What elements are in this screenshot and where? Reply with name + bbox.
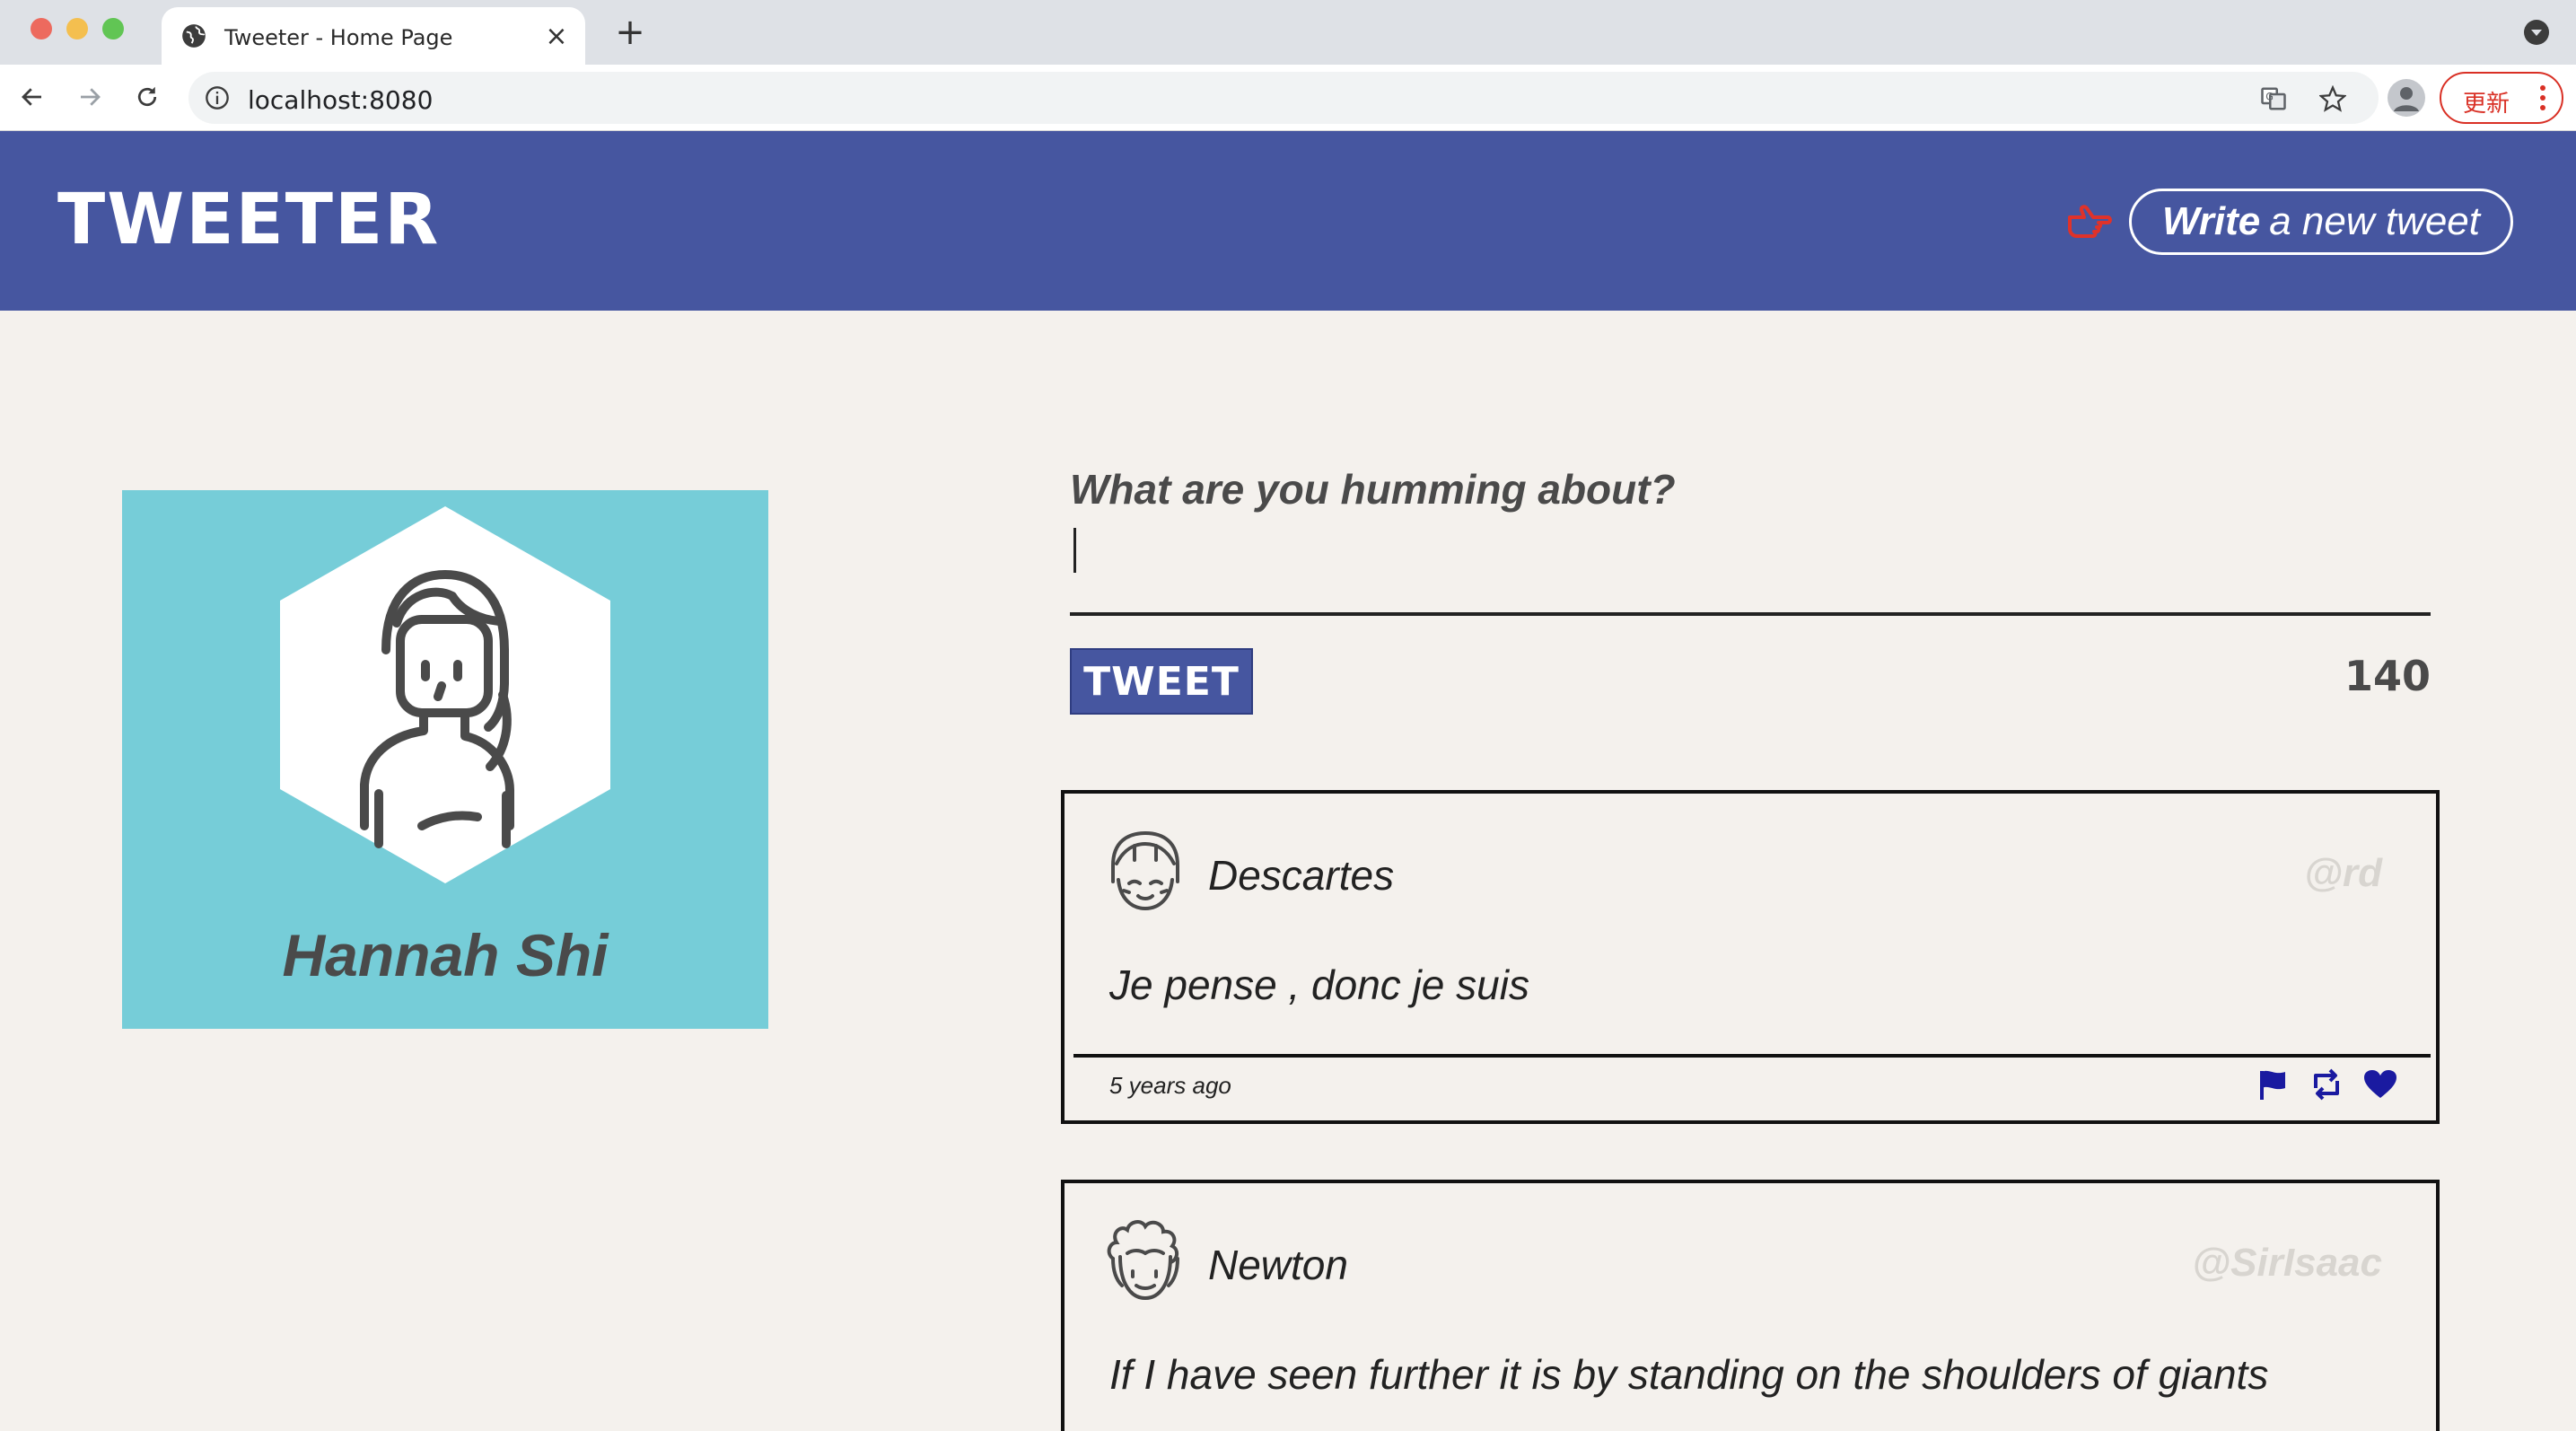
flag-icon[interactable] <box>2255 1068 2291 1101</box>
profile-card: Hannah Shi <box>122 490 768 1029</box>
browser-toolbar: localhost:8080 G 更新 <box>0 65 2576 131</box>
site-logo[interactable]: TWEETER <box>57 180 440 260</box>
profile-avatar <box>280 506 610 883</box>
person-icon <box>2394 87 2419 111</box>
tweet-author: Newton <box>1208 1242 1348 1288</box>
forward-button[interactable] <box>68 75 111 119</box>
tab-search-button[interactable] <box>2524 20 2549 45</box>
pointing-hand-icon <box>2068 205 2112 238</box>
update-button[interactable]: 更新 <box>2440 72 2563 124</box>
tweet-timestamp: 5 years ago <box>1109 1072 1231 1099</box>
tweet-card: Newton @SirIsaac If I have seen further … <box>1061 1180 2440 1431</box>
character-counter: 140 <box>2344 652 2431 700</box>
tweet-card: Descartes @rd Je pense , donc je suis 5 … <box>1061 790 2440 1124</box>
browser-tab[interactable]: Tweeter - Home Page × <box>162 7 585 65</box>
translate-icon: G <box>2261 87 2286 110</box>
reload-icon <box>137 86 157 107</box>
tweet-content: If I have seen further it is by standing… <box>1109 1351 2269 1398</box>
globe-icon <box>182 24 206 48</box>
reload-button[interactable] <box>126 75 169 119</box>
more-vert-icon <box>2540 85 2545 110</box>
address-bar[interactable]: localhost:8080 G <box>188 72 2379 124</box>
svg-text:G: G <box>2265 91 2274 102</box>
profile-button[interactable] <box>2388 79 2425 117</box>
tweet-input[interactable] <box>1070 519 2431 616</box>
update-label: 更新 <box>2463 91 2510 118</box>
minimize-window-button[interactable] <box>66 18 88 40</box>
compose-toggle-bold: Write <box>2161 199 2261 243</box>
compose-toggle-text: a new tweet <box>2269 199 2481 243</box>
page-content: TWEETER Write a new tweet Hannah Shi Wha… <box>0 131 2576 1431</box>
tab-title: Tweeter - Home Page <box>224 25 453 50</box>
forward-arrow-icon <box>81 88 101 106</box>
back-arrow-icon <box>22 88 41 106</box>
tweet-footer: 5 years ago <box>1073 1054 2431 1119</box>
maximize-window-button[interactable] <box>102 18 124 40</box>
retweet-icon[interactable] <box>2309 1068 2344 1101</box>
site-header: TWEETER Write a new tweet <box>0 131 2576 311</box>
translate-button[interactable]: G <box>2258 83 2289 114</box>
composer-label: What are you humming about? <box>1070 466 1676 513</box>
new-tab-button[interactable]: + <box>610 12 650 53</box>
tweet-author: Descartes <box>1208 852 1395 899</box>
author-avatar <box>1111 830 1179 911</box>
profile-name: Hannah Shi <box>282 922 609 988</box>
tweet-submit-button[interactable]: TWEET <box>1070 648 1253 715</box>
star-icon <box>2319 85 2346 112</box>
bookmark-button[interactable] <box>2318 83 2348 114</box>
tweet-handle: @SirIsaac <box>2192 1241 2382 1285</box>
tweet-handle: @rd <box>2304 851 2382 895</box>
back-button[interactable] <box>11 75 54 119</box>
text-caret <box>1073 528 1076 573</box>
write-new-tweet-button[interactable]: Write a new tweet <box>2129 189 2513 255</box>
tweet-content: Je pense , donc je suis <box>1109 961 1529 1008</box>
heart-icon[interactable] <box>2362 1068 2398 1101</box>
close-window-button[interactable] <box>31 18 52 40</box>
url-text: localhost:8080 <box>248 85 434 115</box>
browser-tab-bar: Tweeter - Home Page × + <box>0 0 2576 65</box>
author-avatar <box>1107 1220 1179 1301</box>
info-icon[interactable] <box>205 85 230 110</box>
close-tab-button[interactable]: × <box>540 20 573 52</box>
